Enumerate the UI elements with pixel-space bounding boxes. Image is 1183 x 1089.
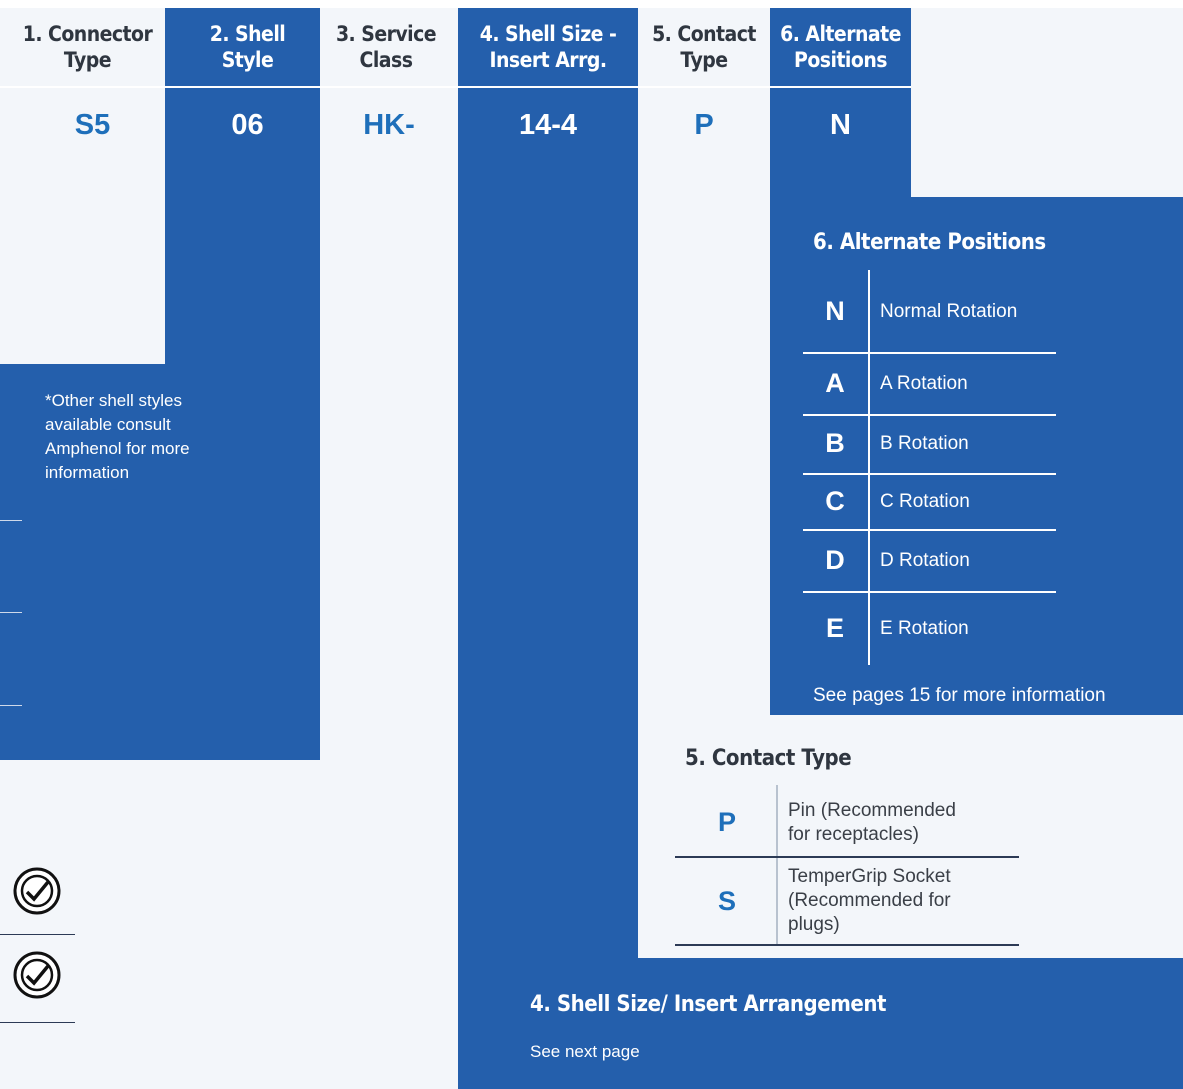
contact-type-title: 5. Contact Type (685, 746, 852, 771)
code-shell-style: 06 (231, 108, 264, 141)
panel-left-bottom (0, 760, 320, 1089)
contact-type-divider (776, 785, 778, 945)
header-contact-type: 5. Contact Type (652, 22, 756, 72)
alt-pos-code: A (825, 368, 845, 398)
alt-pos-label: E Rotation (880, 618, 969, 639)
rohs-divider-2 (0, 1022, 75, 1023)
code-contact-type: P (694, 108, 714, 141)
alt-pos-row-line (803, 352, 1056, 354)
header-service-class: 3. Service Class (335, 22, 437, 72)
alt-pos-label: D Rotation (880, 550, 970, 571)
alt-pos-code: C (825, 486, 845, 516)
contact-type-row-line (675, 944, 1019, 946)
alt-pos-code: N (825, 296, 845, 326)
panel-left-bg (0, 197, 165, 364)
alt-pos-code: B (825, 428, 845, 458)
alternate-positions-title: 6. Alternate Positions (813, 230, 1046, 255)
alt-pos-row-line (803, 591, 1056, 593)
shell-style-note: *Other shell styles available consult Am… (45, 391, 190, 482)
contact-type-code: P (717, 807, 736, 837)
header-shell-style: 2. Shell Style (209, 22, 286, 72)
shell-size-title: 4. Shell Size/ Insert Arrangement (530, 992, 887, 1017)
alt-pos-row-line (803, 529, 1056, 531)
contact-type-label: TemperGrip Socket (Recommended for plugs) (788, 866, 951, 935)
panel-right-top (911, 8, 1183, 198)
header-connector-type: 1. Connector Type (22, 22, 153, 72)
alt-pos-code: D (825, 545, 845, 575)
alternate-positions-footnote: See pages 15 for more information (813, 685, 1106, 706)
alt-pos-code: E (825, 613, 844, 643)
contact-type-label: Pin (Recommended for receptacles) (788, 800, 956, 845)
rohs-divider-1 (0, 934, 75, 935)
rohs-icon (13, 867, 61, 915)
panel-shell-size-footer (458, 958, 1183, 1089)
code-service-class: HK- (363, 108, 415, 141)
alternate-positions-divider (868, 270, 870, 665)
alt-pos-row-line (803, 414, 1056, 416)
alt-pos-row-line (803, 473, 1056, 475)
shell-size-note: See next page (530, 1042, 640, 1061)
rohs-icon (13, 951, 61, 999)
panel-service-class (320, 8, 458, 1089)
code-alternate-positions: N (830, 108, 851, 141)
left-tick-3 (0, 705, 22, 706)
alt-pos-label: Normal Rotation (880, 301, 1018, 322)
alt-pos-label: C Rotation (880, 491, 970, 512)
header-separator (0, 86, 911, 88)
alt-pos-label: A Rotation (880, 373, 968, 394)
left-tick-1 (0, 520, 22, 521)
code-connector-type: S5 (74, 108, 111, 141)
panel-shell-size (458, 8, 638, 1089)
header-shell-size: 4. Shell Size - Insert Arrg. (479, 22, 617, 72)
header-alternate-positions: 6. Alternate Positions (780, 22, 901, 72)
code-shell-size: 14-4 (518, 108, 578, 141)
alt-pos-label: B Rotation (880, 433, 969, 454)
contact-type-row-line (675, 856, 1019, 858)
left-tick-2 (0, 612, 22, 613)
contact-type-code: S (717, 886, 736, 916)
